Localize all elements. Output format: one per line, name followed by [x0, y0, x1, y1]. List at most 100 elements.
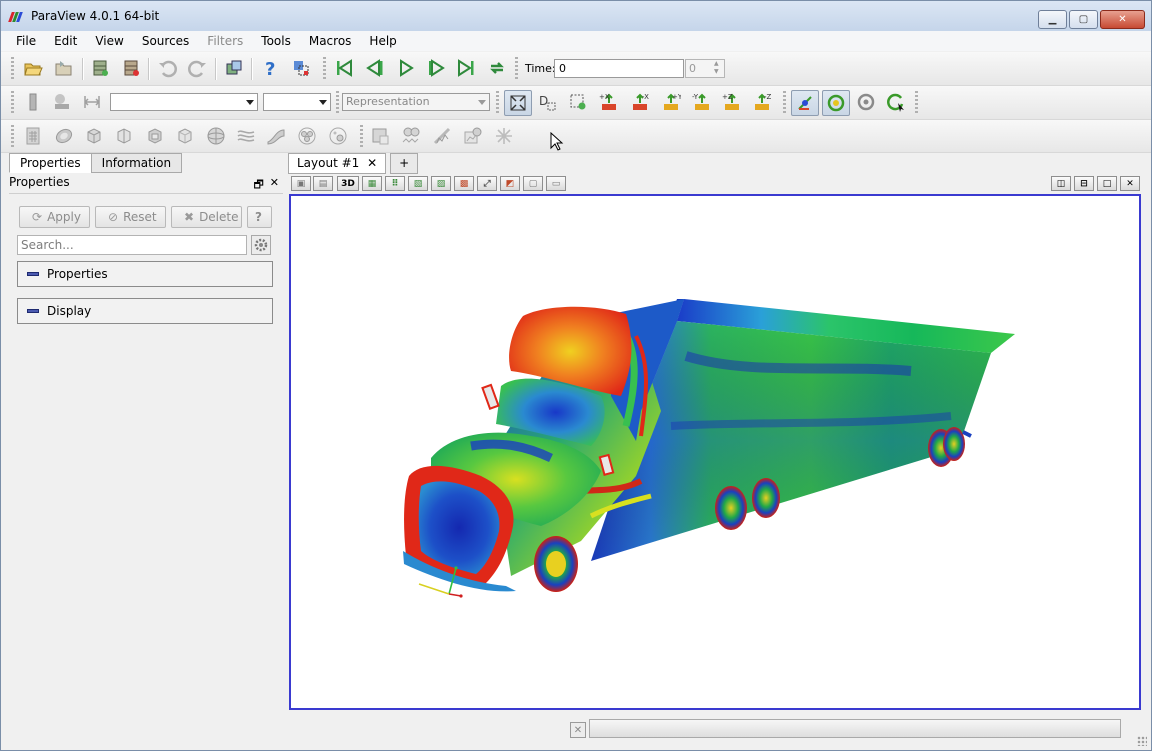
disconnect-button[interactable] — [118, 56, 144, 80]
menu-sources[interactable]: Sources — [133, 31, 198, 51]
abort-button[interactable]: ✕ — [570, 722, 586, 738]
first-frame-button[interactable] — [331, 56, 357, 80]
reset-button[interactable]: ⊘ Reset — [95, 206, 166, 228]
reset-camera-button[interactable] — [504, 90, 532, 116]
toggle-3d-button[interactable]: 3D — [337, 176, 359, 191]
undo-button[interactable] — [154, 56, 180, 80]
add-layout-tab-button[interactable]: + — [390, 153, 419, 174]
extract-level-filter-button[interactable] — [325, 124, 351, 148]
render-view-3d[interactable] — [289, 194, 1141, 710]
maximize-button[interactable]: ▢ — [1069, 10, 1098, 29]
calculator-filter-button[interactable] — [20, 124, 46, 148]
camera-undo-button[interactable] — [221, 56, 247, 80]
selection-filter-button[interactable] — [367, 124, 393, 148]
threshold-filter-button[interactable] — [142, 124, 168, 148]
apply-button[interactable]: ⟳ Apply — [19, 206, 90, 228]
rescale-range-button[interactable] — [79, 90, 105, 114]
last-frame-button[interactable] — [453, 56, 479, 80]
group-datasets-filter-button[interactable] — [294, 124, 320, 148]
properties-help-button[interactable]: ? — [247, 206, 272, 228]
select-cells-through-button[interactable]: ▧ — [408, 176, 428, 191]
capture-screenshot-button[interactable]: ▣ — [291, 176, 311, 191]
view-plus-z-button[interactable]: +Z — [719, 90, 745, 114]
advanced-settings-button[interactable] — [251, 235, 271, 255]
toolbar-grip[interactable] — [783, 91, 786, 113]
menu-edit[interactable]: Edit — [45, 31, 86, 51]
previous-frame-button[interactable] — [362, 56, 388, 80]
zoom-to-box-button[interactable] — [565, 90, 591, 114]
display-section-header[interactable]: Display — [17, 298, 273, 324]
extract-subset-filter-button[interactable] — [172, 124, 198, 148]
close-tab-icon[interactable]: ✕ — [367, 156, 377, 170]
delete-button[interactable]: ✖ Delete — [171, 206, 242, 228]
open-button[interactable] — [20, 56, 46, 80]
select-cells-on-button[interactable]: ▦ — [362, 176, 382, 191]
spin-down-icon[interactable]: ▼ — [714, 68, 722, 76]
toolbar-grip[interactable] — [915, 91, 918, 113]
loop-button[interactable] — [484, 56, 510, 80]
contour-filter-button[interactable] — [51, 124, 77, 148]
grow-selection-button[interactable]: ▢ — [523, 176, 543, 191]
representation-combo[interactable]: Representation — [342, 93, 490, 111]
toolbar-grip[interactable] — [323, 57, 326, 79]
menu-view[interactable]: View — [86, 31, 132, 51]
zoom-to-data-button[interactable]: D — [534, 90, 560, 114]
split-horizontal-button[interactable]: ◫ — [1051, 176, 1071, 191]
help-button[interactable]: ? — [257, 56, 283, 80]
menu-file[interactable]: File — [7, 31, 45, 51]
menu-filters[interactable]: Filters — [198, 31, 252, 51]
glyph-filter-button[interactable] — [203, 124, 229, 148]
close-window-button[interactable]: ✕ — [1100, 10, 1145, 29]
slice-filter-button[interactable] — [111, 124, 137, 148]
maximize-view-button[interactable]: □ — [1097, 176, 1117, 191]
properties-search-input[interactable]: Search... — [17, 235, 247, 255]
color-by-combo[interactable] — [110, 93, 258, 111]
close-view-button[interactable]: ✕ — [1120, 176, 1140, 191]
plot-over-line-button[interactable] — [429, 124, 455, 148]
toolbar-grip[interactable] — [496, 91, 499, 113]
stream-tracer-filter-button[interactable] — [233, 124, 259, 148]
clear-selection-button[interactable]: ▭ — [546, 176, 566, 191]
interactive-select-button[interactable]: ⤢ — [477, 176, 497, 191]
time-input[interactable]: 0 — [554, 59, 684, 78]
menu-tools[interactable]: Tools — [252, 31, 300, 51]
tab-properties[interactable]: Properties — [9, 153, 92, 173]
save-state-button[interactable] — [51, 56, 77, 80]
view-minus-y-button[interactable]: -Y — [689, 90, 715, 114]
split-vertical-button[interactable]: ⊟ — [1074, 176, 1094, 191]
toolbar-grip[interactable] — [11, 125, 14, 147]
view-minus-z-button[interactable]: -Z — [749, 90, 775, 114]
view-plus-x-button[interactable]: +X — [596, 90, 622, 114]
pick-center-of-rotation-button[interactable] — [883, 90, 909, 114]
tab-layout-1[interactable]: Layout #1 ✕ — [288, 153, 387, 174]
menu-help[interactable]: Help — [360, 31, 405, 51]
clip-filter-button[interactable] — [81, 124, 107, 148]
edit-color-map-button[interactable] — [49, 90, 75, 114]
plot-selection-button[interactable] — [398, 124, 424, 148]
python-filter-button[interactable] — [491, 124, 517, 148]
polygon-select-button[interactable]: ◩ — [500, 176, 520, 191]
next-frame-button[interactable] — [423, 56, 449, 80]
view-plus-y-button[interactable]: +Y — [658, 90, 684, 114]
select-block-button[interactable]: ▩ — [454, 176, 474, 191]
warp-vector-filter-button[interactable] — [263, 124, 289, 148]
show-center-button[interactable] — [822, 90, 850, 116]
play-button[interactable] — [393, 56, 419, 80]
color-legend-button[interactable] — [20, 90, 46, 114]
menu-macros[interactable]: Macros — [300, 31, 361, 51]
toolbar-grip[interactable] — [515, 57, 518, 79]
reset-center-button[interactable] — [853, 90, 879, 114]
redo-button[interactable] — [185, 56, 211, 80]
time-step-spinbox[interactable]: 0 ▲ ▼ — [685, 59, 725, 78]
toolbar-grip[interactable] — [11, 57, 14, 79]
pick-center-button[interactable] — [288, 56, 314, 80]
show-orientation-axes-button[interactable] — [791, 90, 819, 116]
select-points-on-button[interactable]: ⠿ — [385, 176, 405, 191]
select-points-through-button[interactable]: ▨ — [431, 176, 451, 191]
camera-settings-button[interactable]: ▤ — [313, 176, 333, 191]
toolbar-grip[interactable] — [11, 91, 14, 113]
component-combo[interactable] — [263, 93, 331, 111]
toolbar-grip[interactable] — [360, 125, 363, 147]
minimize-button[interactable]: ▁ — [1038, 10, 1067, 29]
plot-over-time-button[interactable] — [460, 124, 486, 148]
